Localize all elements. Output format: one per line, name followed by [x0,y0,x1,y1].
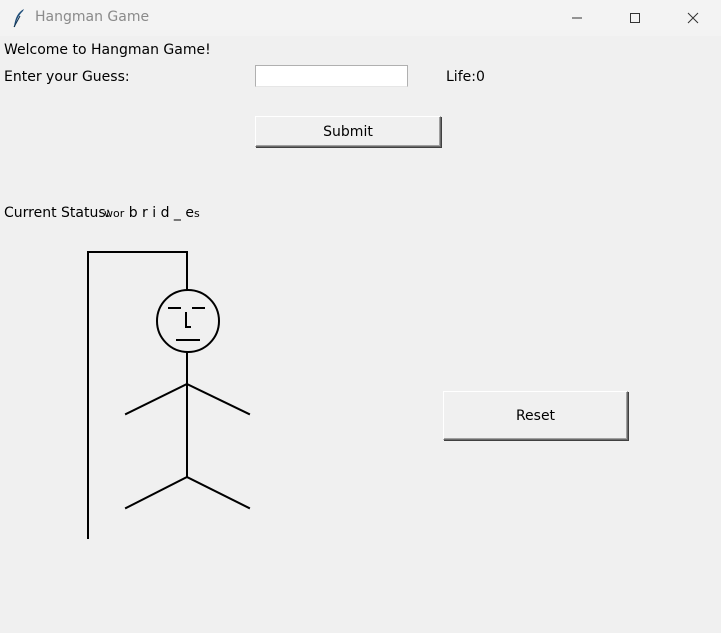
hangman-nose [185,312,191,328]
hangman-right-arm [185,382,251,416]
reset-button[interactable]: Reset [443,391,628,440]
hangman-left-arm [124,382,189,416]
hangman-canvas [87,251,251,539]
hangman-right-leg [185,475,251,510]
hangman-left-leg [124,475,189,510]
hangman-head [156,289,220,353]
